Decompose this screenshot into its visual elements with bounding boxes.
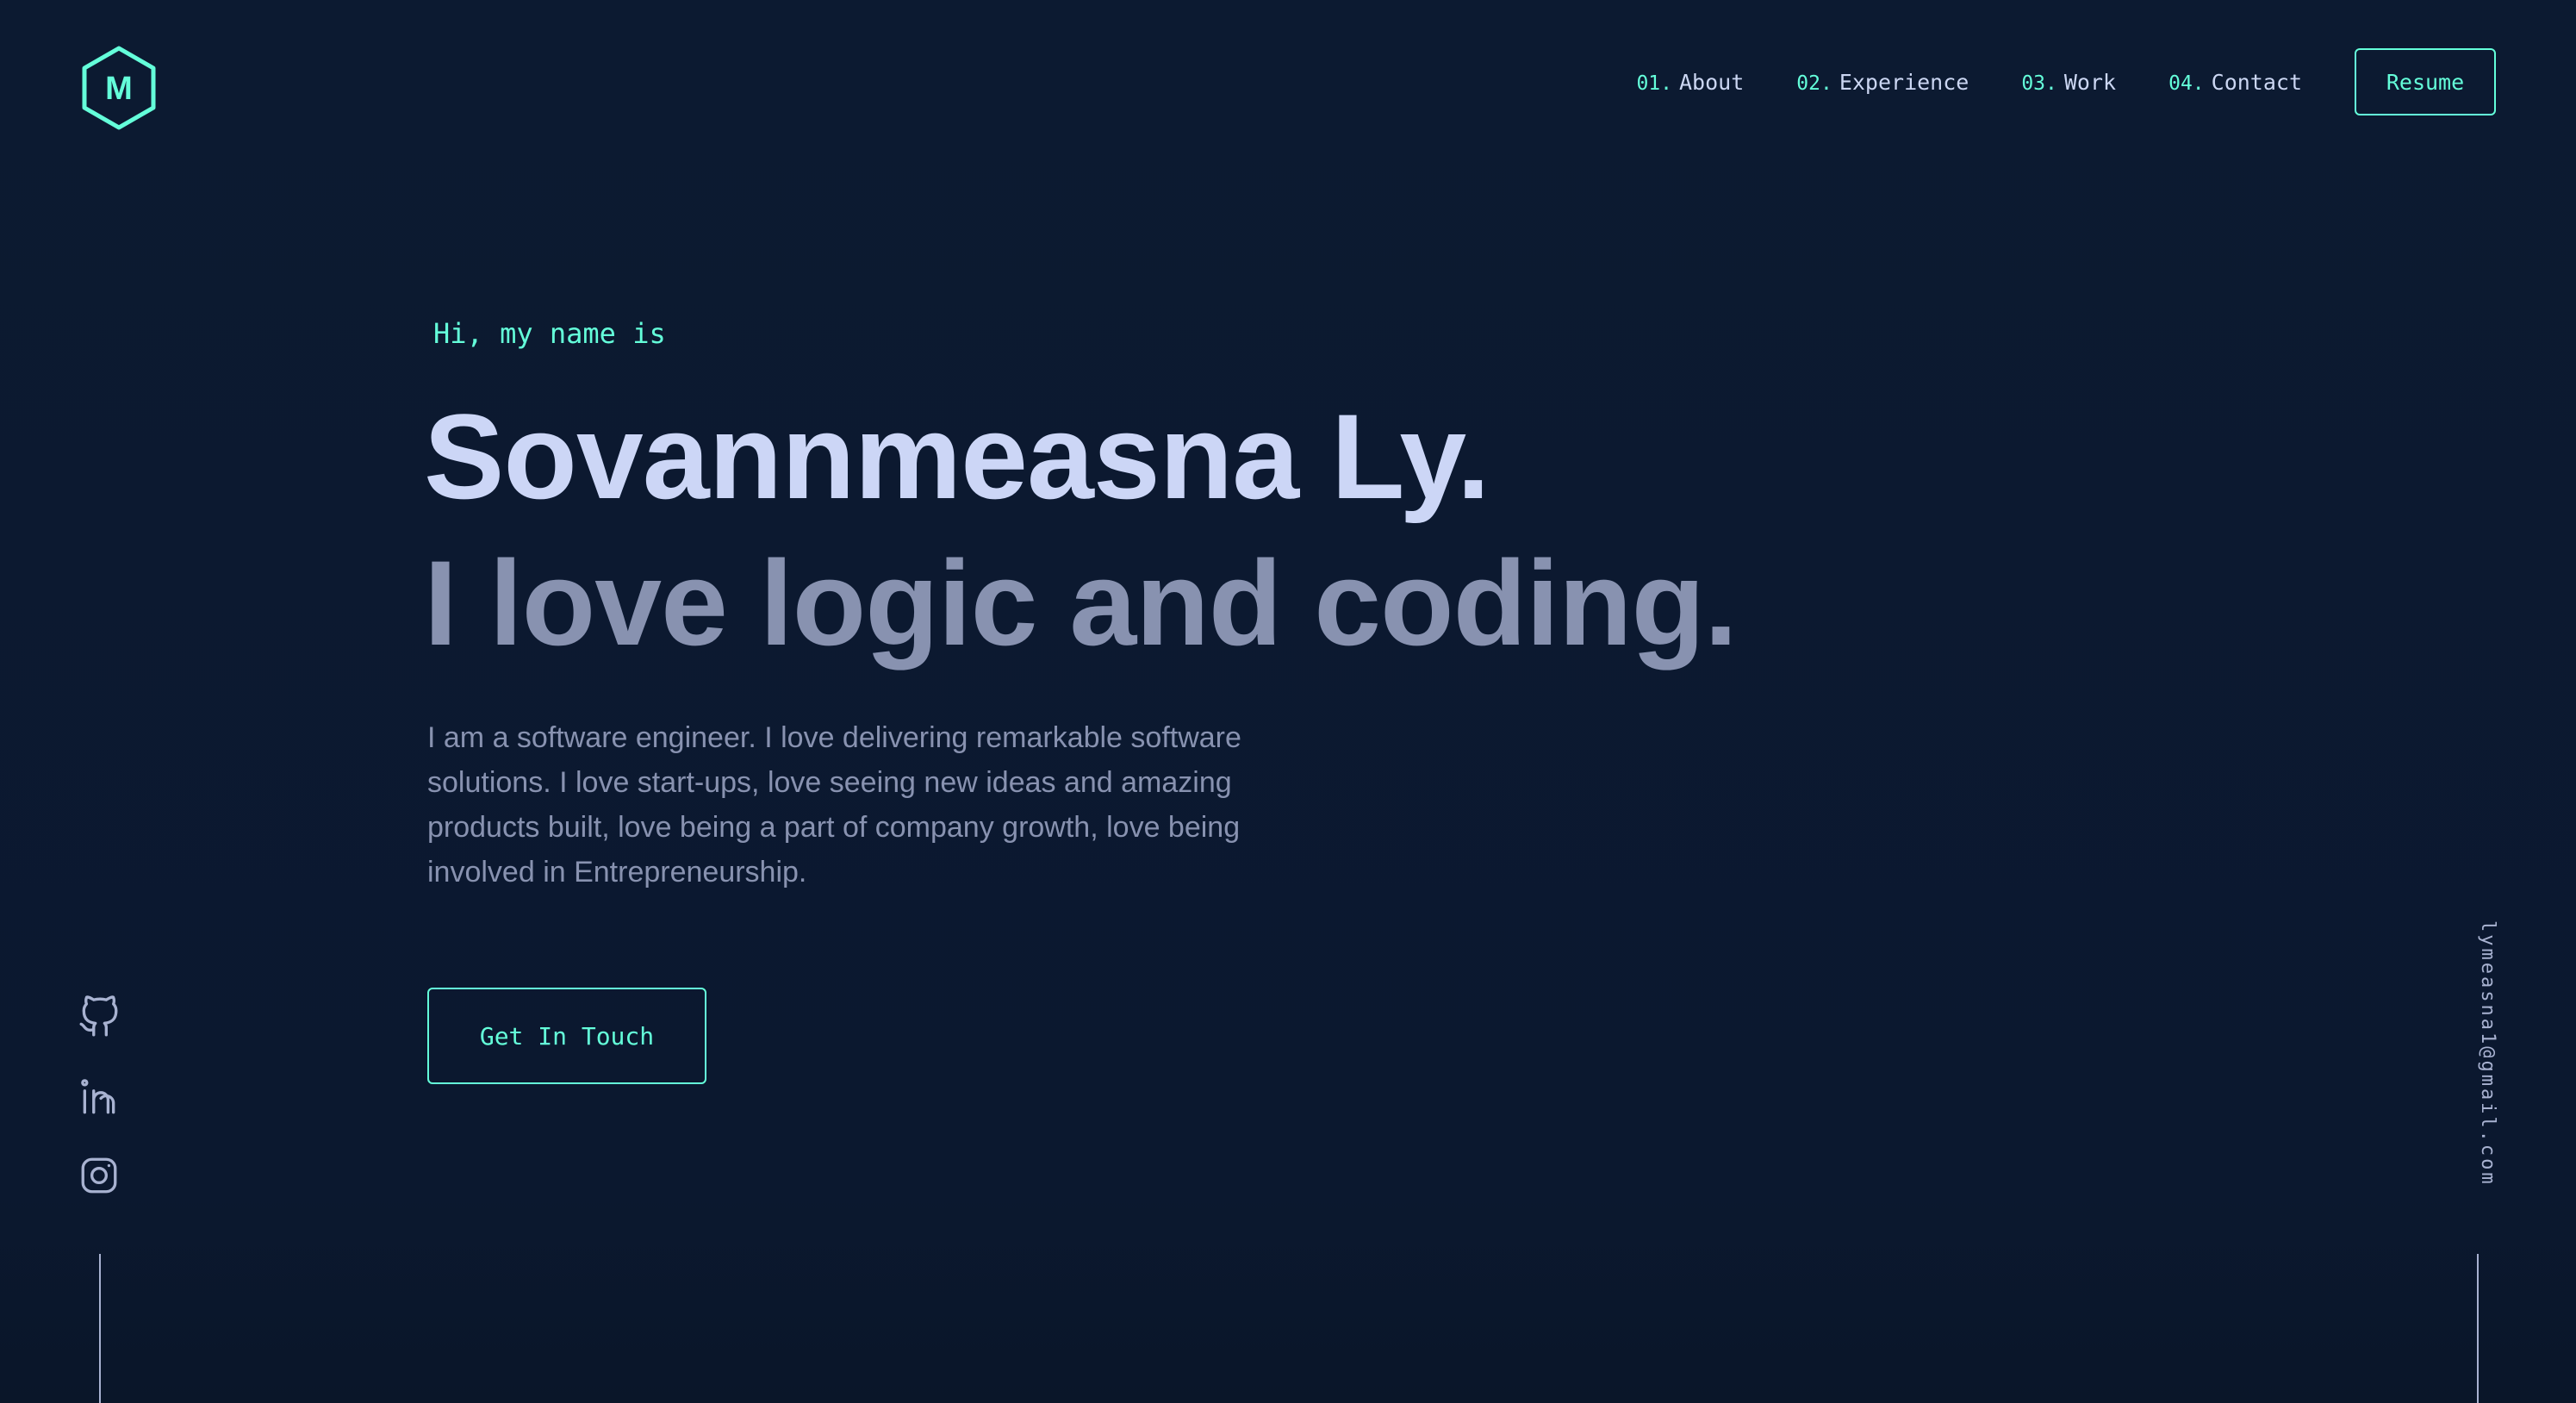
page: M 01. About 02. Experience 03. Work 04. … [0,0,2576,1403]
social-links [78,995,121,1233]
hero-tagline: I love logic and coding. [424,535,1738,670]
github-icon[interactable] [78,995,121,1038]
nav-item-label: About [1679,69,1745,95]
nav-item-label: Contact [2211,69,2302,95]
linkedin-icon[interactable] [78,1075,121,1118]
email-link[interactable]: lymeasna1@gmail.com [2477,920,2498,1187]
nav-item-about[interactable]: 01. About [1636,70,1744,95]
nav-item-number: 02. [1796,72,1832,95]
main-nav: 01. About 02. Experience 03. Work 04. Co… [1636,48,2496,115]
get-in-touch-button[interactable]: Get In Touch [427,988,706,1084]
instagram-icon[interactable] [78,1154,121,1197]
nav-item-number: 01. [1636,72,1672,95]
right-vertical-line [2477,1254,2479,1403]
nav-item-experience[interactable]: 02. Experience [1796,70,1969,95]
logo-icon[interactable]: M [80,45,158,131]
nav-item-label: Work [2063,69,2117,95]
nav-item-work[interactable]: 03. Work [2021,70,2116,95]
nav-item-number: 04. [2168,72,2205,95]
hero-name: Sovannmeasna Ly. [424,389,1490,524]
intro-text: Hi, my name is [433,317,666,350]
left-vertical-line [99,1254,101,1403]
nav-item-label: Experience [1839,69,1969,95]
nav-item-contact[interactable]: 04. Contact [2168,70,2302,95]
hero-bio: I am a software engineer. I love deliver… [427,721,1241,889]
logo-letter: M [105,71,133,107]
nav-item-number: 03. [2021,72,2057,95]
resume-button[interactable]: Resume [2355,48,2496,115]
